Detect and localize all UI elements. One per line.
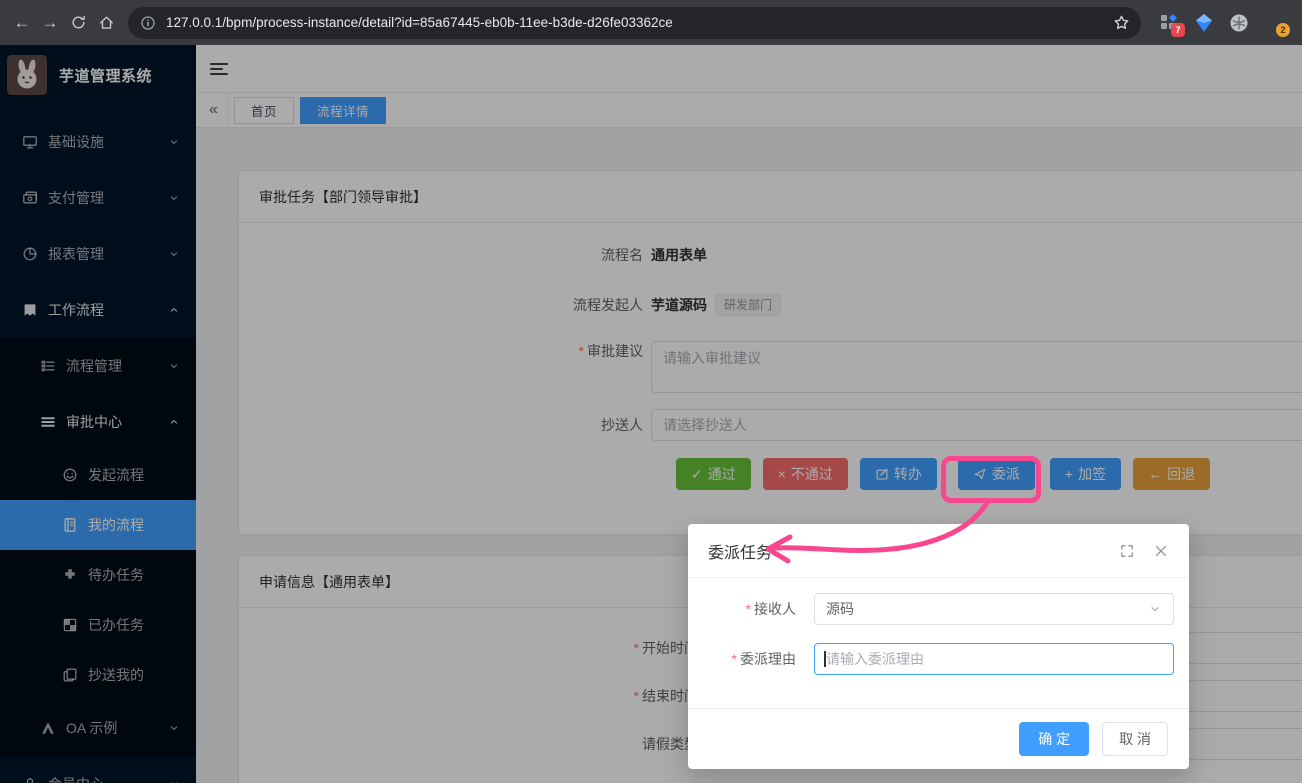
dialog-body: *接收人 源码 *委派理由 — [688, 578, 1189, 675]
extension-grid-icon[interactable]: 7 — [1159, 13, 1179, 33]
annotation-arrow — [745, 492, 1005, 567]
browser-toolbar: ← → 127.0.0.1/bpm/process-instance/detai… — [0, 0, 1302, 45]
reload-icon[interactable] — [64, 9, 92, 37]
receiver-select-value: 源码 — [826, 599, 1148, 619]
cancel-button[interactable]: 取 消 — [1102, 722, 1168, 756]
chevron-down-icon — [1148, 602, 1162, 616]
profile-avatar[interactable]: 2 — [1264, 13, 1284, 33]
screen: ← → 127.0.0.1/bpm/process-instance/detai… — [0, 0, 1302, 783]
site-info-icon[interactable] — [140, 15, 156, 31]
extension-globe-icon[interactable] — [1229, 13, 1249, 33]
forward-icon[interactable]: → — [36, 9, 64, 37]
close-icon[interactable] — [1153, 543, 1169, 559]
extension-gem-icon[interactable] — [1194, 13, 1214, 33]
home-icon[interactable] — [92, 9, 120, 37]
bookmark-star-icon[interactable] — [1107, 9, 1135, 37]
annotation-highlight-box — [941, 456, 1041, 503]
required-asterisk: * — [746, 601, 751, 617]
reason-row: *委派理由 — [696, 643, 1174, 675]
reason-label: *委派理由 — [696, 649, 808, 669]
profile-badge: 2 — [1276, 23, 1290, 37]
back-icon[interactable]: ← — [8, 9, 36, 37]
url-text: 127.0.0.1/bpm/process-instance/detail?id… — [166, 15, 1107, 30]
url-bar[interactable]: 127.0.0.1/bpm/process-instance/detail?id… — [128, 7, 1141, 39]
extension-badge: 7 — [1171, 23, 1185, 37]
confirm-button[interactable]: 确 定 — [1019, 722, 1089, 756]
receiver-label: *接收人 — [696, 599, 808, 619]
extensions-area: 7 2 — [1149, 13, 1294, 33]
fullscreen-icon[interactable] — [1119, 543, 1135, 559]
required-asterisk: * — [732, 651, 737, 667]
reason-input[interactable] — [814, 643, 1174, 675]
receiver-row: *接收人 源码 — [696, 593, 1174, 625]
text-caret — [824, 651, 826, 667]
dialog-footer: 确 定 取 消 — [688, 708, 1189, 769]
receiver-select[interactable]: 源码 — [814, 593, 1174, 625]
